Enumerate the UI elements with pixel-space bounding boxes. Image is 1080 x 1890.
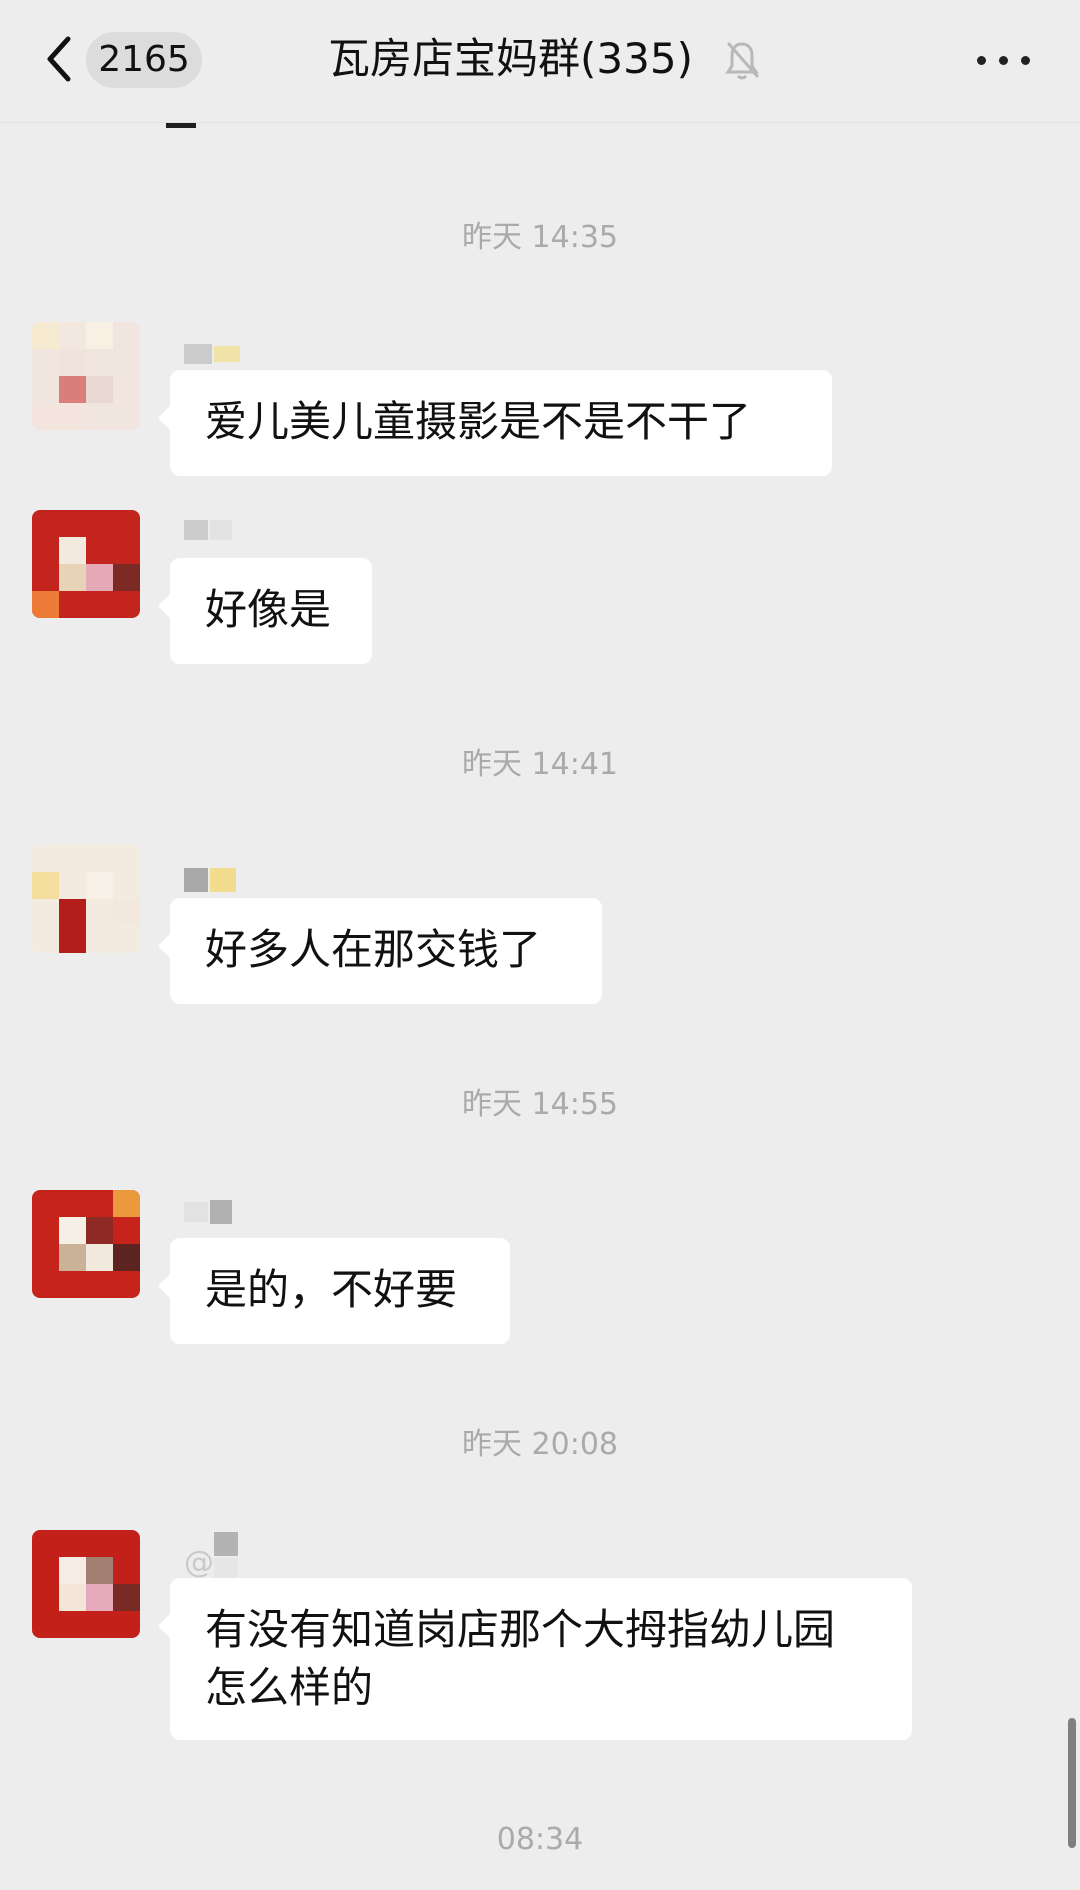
- svg-text:@: @: [184, 1545, 214, 1580]
- mute-icon: [725, 42, 759, 80]
- more-options-icon[interactable]: [977, 52, 1031, 68]
- message-bubble[interactable]: 好像是: [158, 558, 372, 664]
- timestamp: 08:34: [496, 1822, 584, 1857]
- scrollbar[interactable]: [1068, 1718, 1076, 1848]
- message-bubble[interactable]: 爱儿美儿童摄影是不是不干了: [158, 370, 832, 476]
- sender-avatar[interactable]: [32, 322, 140, 430]
- message-bubble[interactable]: 是的，不好要: [158, 1238, 510, 1344]
- timestamp: 昨天 20:08: [462, 1427, 618, 1462]
- sender-avatar[interactable]: [32, 845, 140, 953]
- sender-avatar[interactable]: [32, 510, 140, 618]
- back-arrow-icon[interactable]: [40, 33, 80, 85]
- timestamp: 昨天 14:41: [462, 747, 618, 782]
- chat-header: 2165 瓦房店宝妈群(335): [0, 0, 1080, 123]
- sender-avatar[interactable]: [32, 1530, 140, 1638]
- timestamp: 昨天 14:35: [462, 220, 618, 255]
- unread-count-badge[interactable]: 2165: [86, 32, 202, 88]
- message-bubble[interactable]: 有没有知道岗店那个大拇指幼儿园 怎么样的: [158, 1578, 912, 1740]
- sender-name-obscured: [184, 520, 232, 540]
- chat-title: 瓦房店宝妈群(335): [328, 34, 693, 83]
- sender-avatar[interactable]: [32, 1190, 140, 1298]
- sender-name-obscured: @: [184, 1532, 238, 1580]
- sender-name-obscured: [184, 1200, 232, 1224]
- timestamp: 昨天 14:55: [462, 1087, 618, 1122]
- sender-name-obscured: [184, 868, 236, 892]
- sender-name-obscured: [184, 344, 240, 364]
- message-bubble[interactable]: 好多人在那交钱了: [158, 898, 602, 1004]
